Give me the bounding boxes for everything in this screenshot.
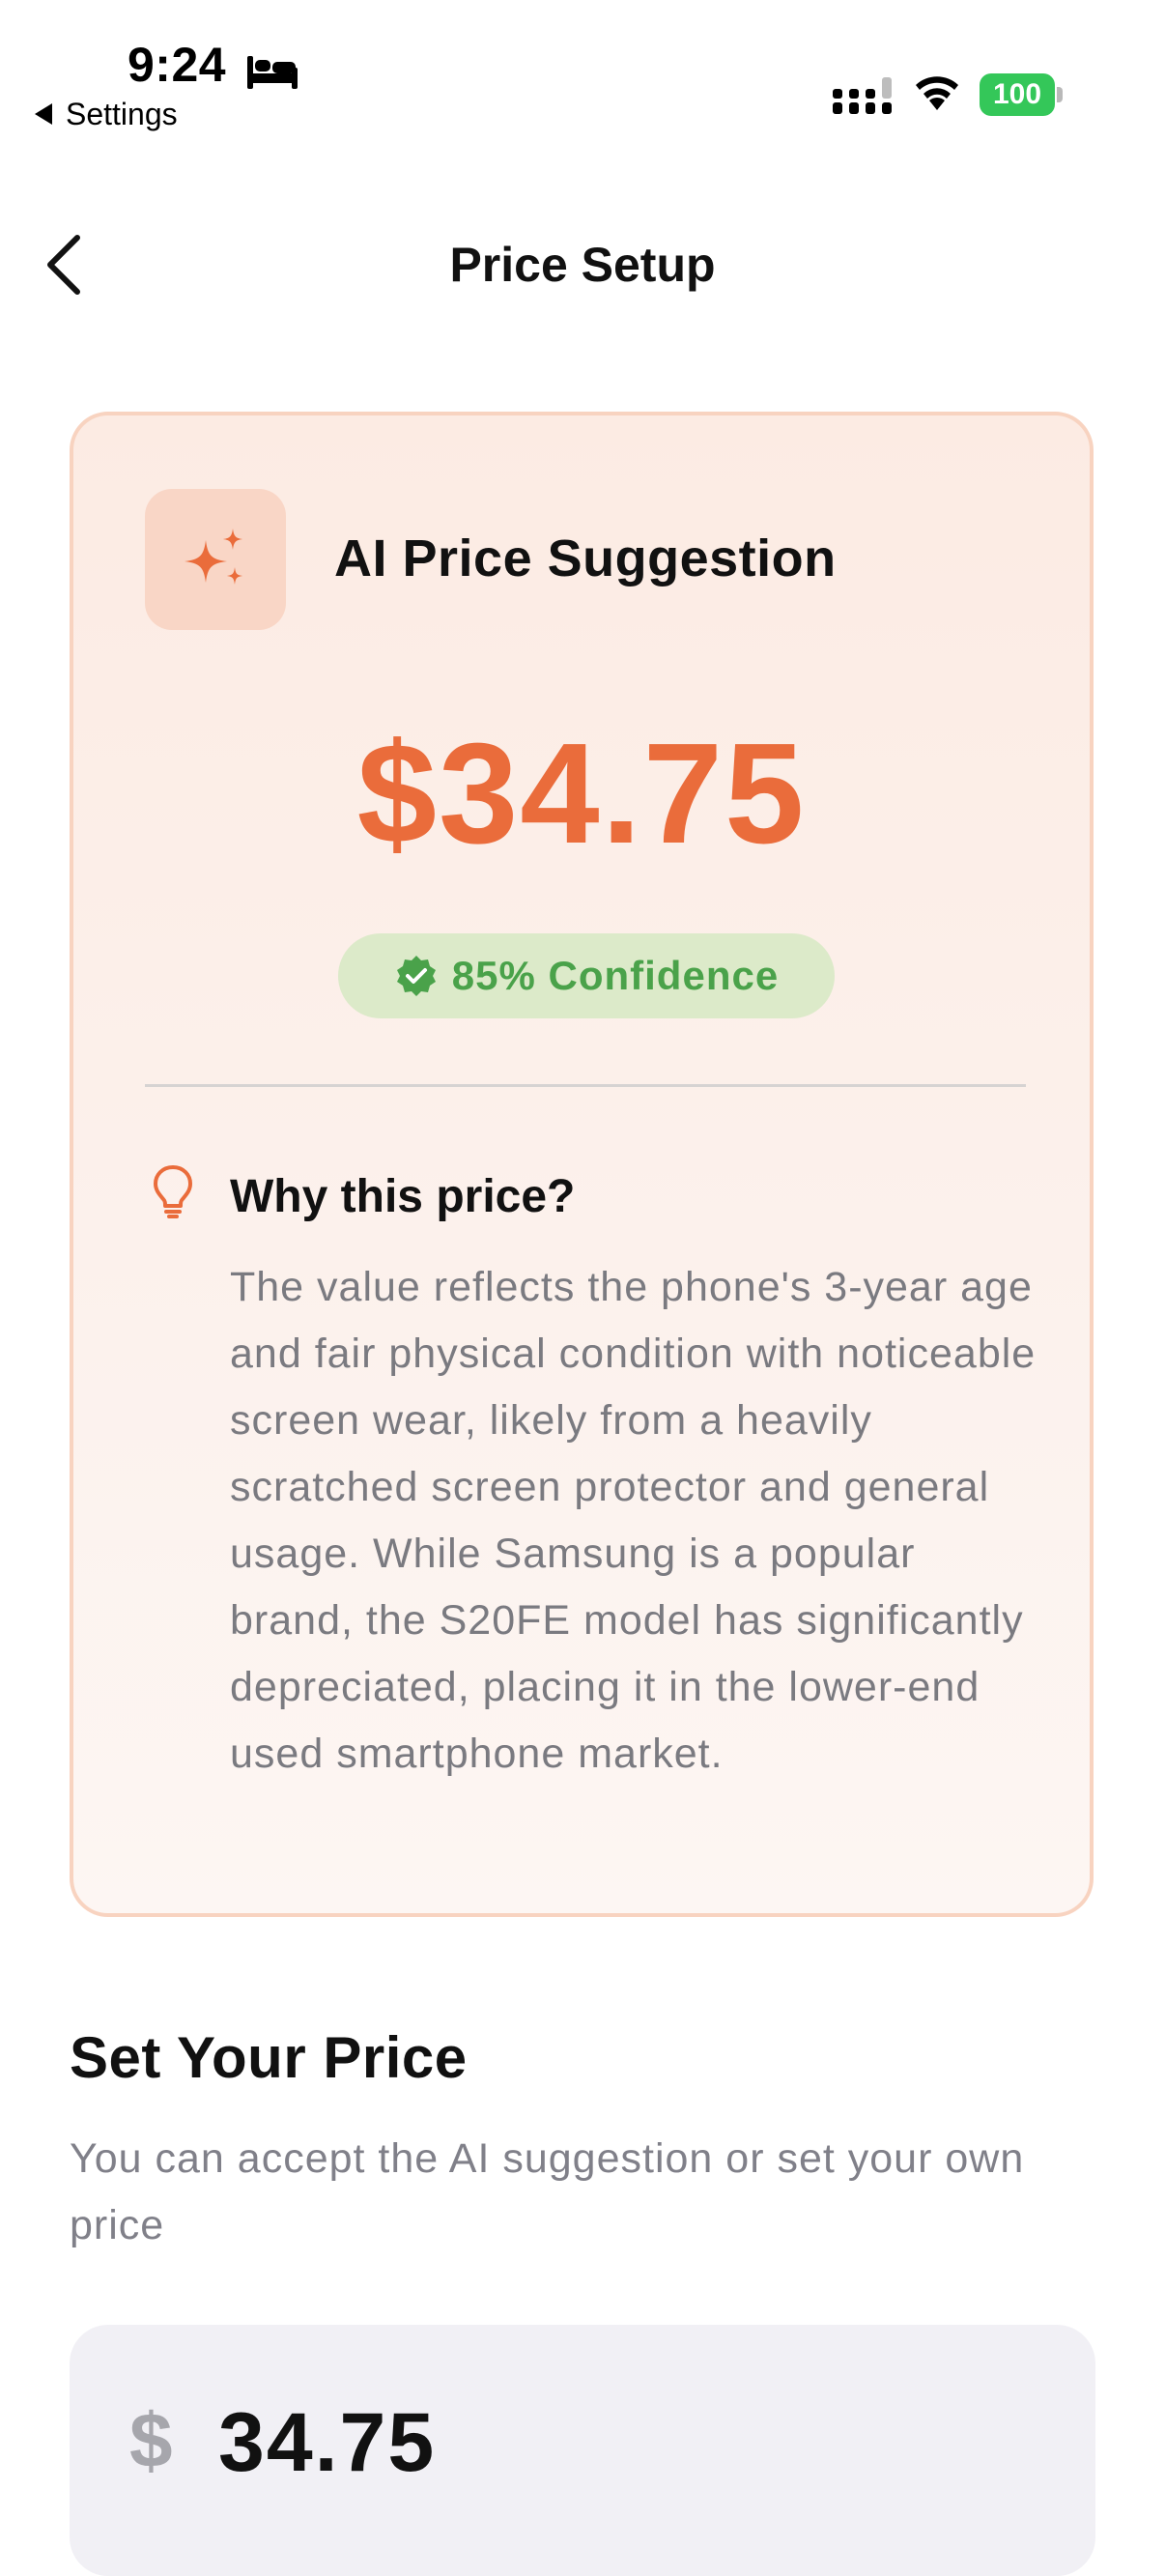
divider — [145, 1084, 1026, 1087]
suggested-price: $34.75 — [356, 714, 807, 873]
lightbulb-icon — [154, 1165, 192, 1218]
confidence-badge: 85% Confidence — [338, 933, 835, 1018]
back-to-settings-link[interactable]: Settings — [35, 99, 178, 129]
bed-icon — [247, 56, 298, 89]
battery-cap — [1057, 87, 1063, 102]
ai-icon-box — [145, 489, 286, 630]
price-input-container[interactable]: $ — [70, 2325, 1095, 2576]
sparkles-icon — [185, 529, 242, 585]
why-price-title: Why this price? — [230, 1171, 576, 1222]
status-time: 9:24 — [128, 38, 227, 92]
confidence-label: 85% Confidence — [451, 953, 780, 998]
verified-check-icon — [396, 956, 436, 996]
why-price-explanation: The value reflects the phone's 3-year ag… — [230, 1264, 1037, 1777]
set-price-title: Set Your Price — [70, 2025, 468, 2090]
back-to-settings-label: Settings — [66, 97, 178, 131]
battery-icon: 100 — [980, 73, 1063, 116]
wifi-icon — [916, 76, 958, 110]
signal-icon — [833, 77, 892, 114]
nav-bar: Price Setup — [0, 203, 1165, 329]
set-price-subtitle: You can accept the AI suggestion or set … — [70, 2135, 1025, 2248]
ai-suggestion-card: AI Price Suggestion $34.75 85% Confidenc… — [70, 412, 1094, 1917]
price-input[interactable] — [218, 2398, 798, 2487]
page-title: Price Setup — [449, 238, 716, 292]
ai-card-title: AI Price Suggestion — [334, 530, 837, 587]
currency-symbol: $ — [129, 2397, 173, 2483]
back-triangle-icon — [35, 103, 52, 125]
battery-level: 100 — [980, 73, 1055, 116]
status-bar: 9:24 Settings 100 — [0, 0, 1165, 145]
